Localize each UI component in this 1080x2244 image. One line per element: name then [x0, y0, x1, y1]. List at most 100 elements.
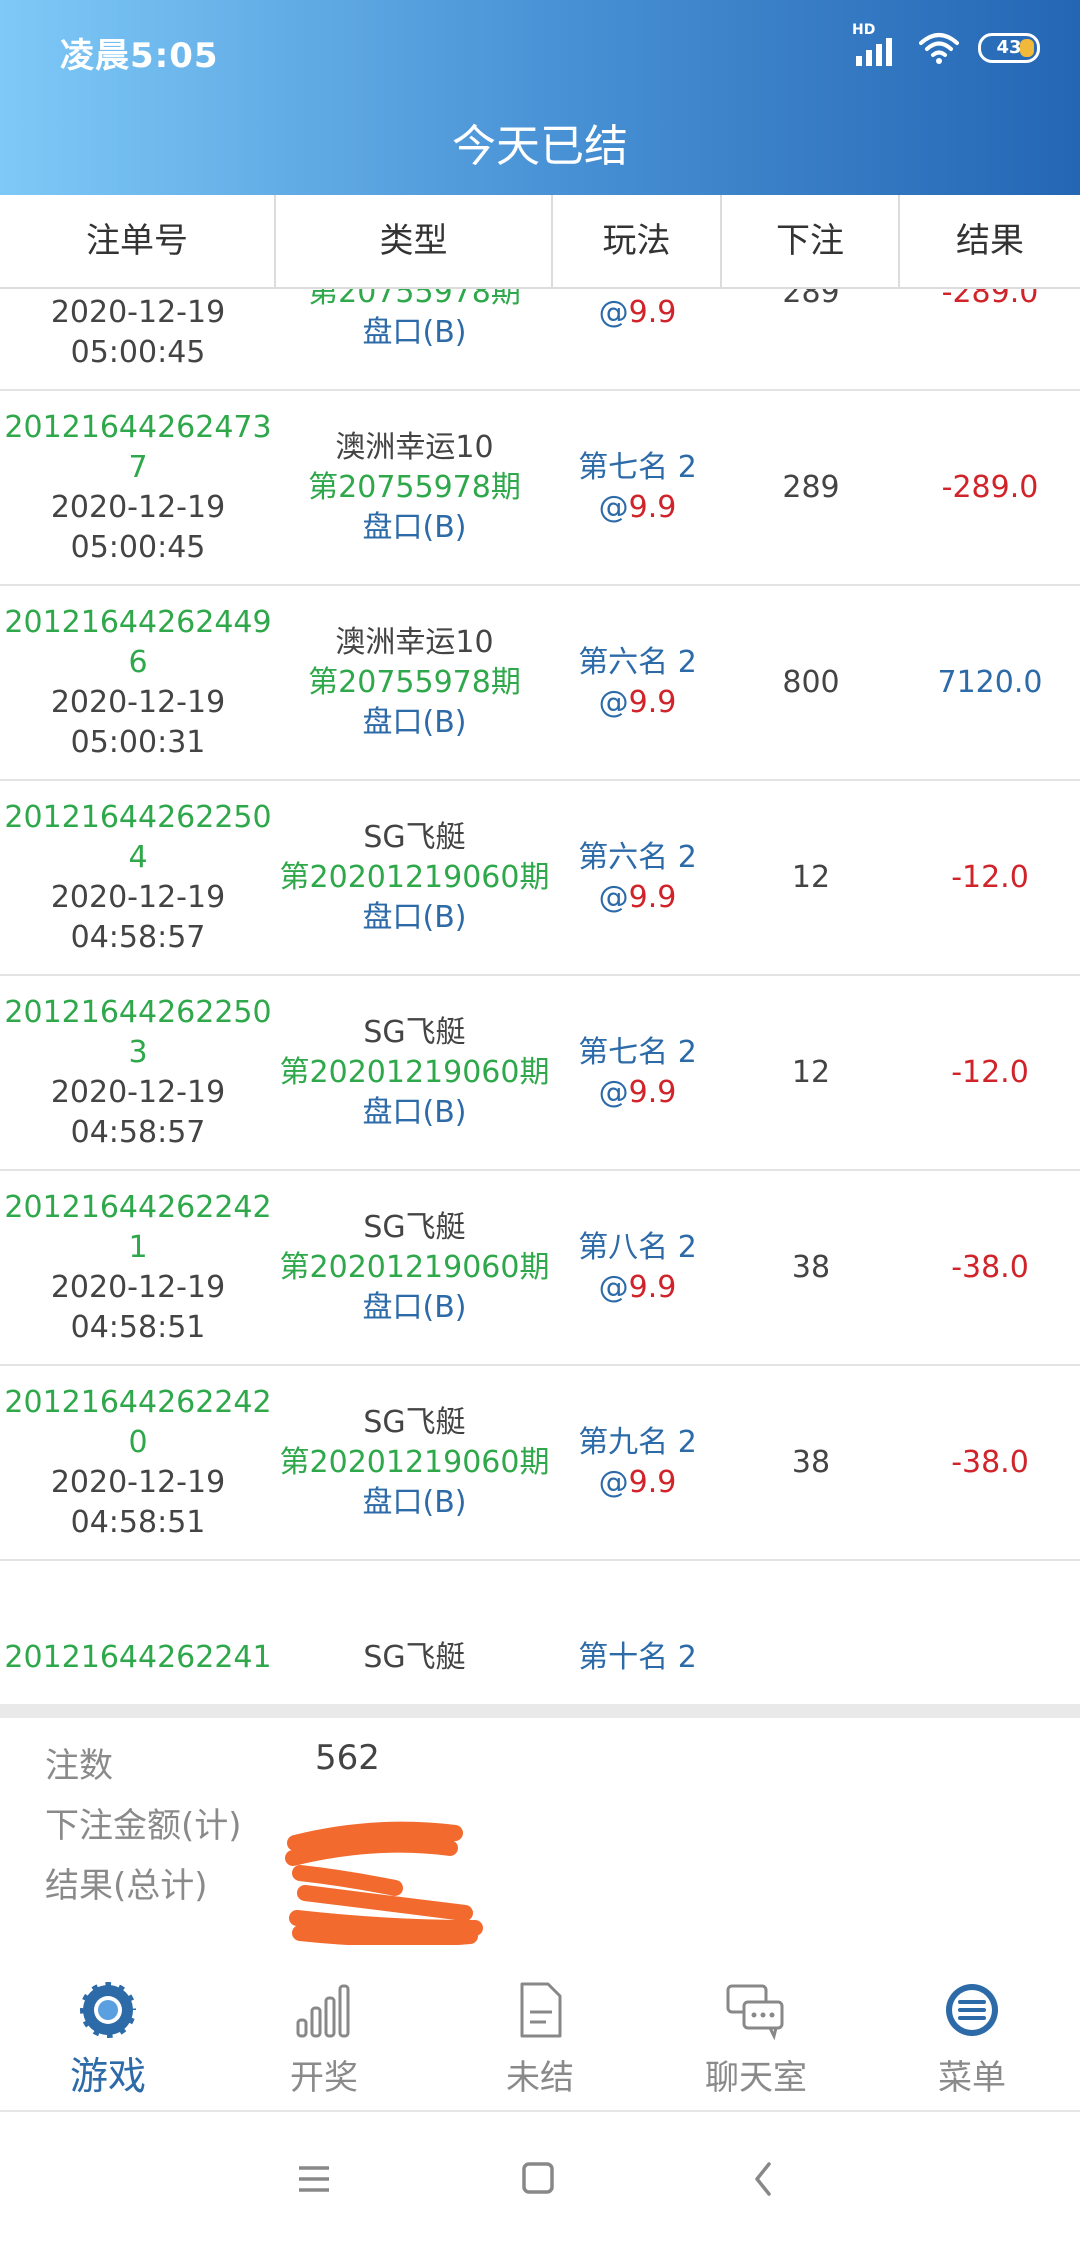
result-value: -289.0 [941, 469, 1039, 505]
status-icons: HD 43 [852, 22, 1040, 68]
play-cell: 第六名 2 @9.9 [553, 643, 722, 723]
system-nav-bar [0, 2112, 1080, 2244]
type-cell: SG飞艇 第20201219060期 盘口(B) [276, 1208, 553, 1328]
issue-number: 第20755978期 [308, 664, 521, 700]
result-value: -12.0 [951, 859, 1029, 895]
wifi-icon [919, 33, 959, 64]
odds-number: 9.9 [628, 489, 677, 525]
hd-label: HD [852, 22, 876, 38]
issue-number: 第20755978期 [308, 469, 521, 505]
game-name: SG飞艇 [363, 1404, 466, 1440]
result-value: -289.0 [941, 289, 1039, 310]
odds-value: @9.9 [553, 878, 722, 918]
table-row[interactable]: 201216442624738 2020-12-19 05:00:45 澳洲幸运… [0, 289, 1080, 391]
document-icon [520, 1982, 562, 2038]
play-name: 第七名 2 [578, 449, 697, 485]
nav-games[interactable]: 游戏 [0, 1945, 216, 2110]
nav-draw[interactable]: 开奖 [216, 1945, 432, 2110]
issue-number: 第20755978期 [308, 289, 521, 310]
play-name: 第十名 2 [578, 1639, 697, 1675]
order-number: 201216442622504 [4, 799, 272, 875]
game-name: SG飞艇 [363, 1209, 466, 1245]
nav-label-unsettled: 未结 [506, 2058, 574, 2098]
order-number: 201216442622421 [4, 1189, 272, 1265]
order-cell: 201216442622420 2020-12-19 04:58:51 [0, 1383, 276, 1543]
bet-amount: 289 [782, 289, 840, 310]
odds-at: @ [598, 1464, 629, 1500]
pan-label: 盘口(B) [362, 1094, 467, 1130]
order-time: 04:58:51 [70, 1504, 206, 1540]
table-row[interactable]: 201216442622504 2020-12-19 04:58:57 SG飞艇… [0, 781, 1080, 976]
order-date: 2020-12-19 [50, 1464, 226, 1500]
nav-label-menu: 菜单 [938, 2058, 1006, 2098]
order-number: 20121644262241 [4, 1639, 272, 1675]
order-time: 04:58:57 [70, 1114, 206, 1150]
play-cell: 第十名 2 [553, 1638, 722, 1678]
game-name: 澳洲幸运10 [335, 624, 494, 660]
odds-at: @ [598, 1269, 629, 1305]
order-cell: 20121644262241 [0, 1638, 276, 1678]
order-cell: 201216442624737 2020-12-19 05:00:45 [0, 408, 276, 568]
table-row[interactable]: 20121644262241 SG飞艇 第十名 2 [0, 1561, 1080, 1704]
type-cell: 澳洲幸运10 第20755978期 盘口(B) [276, 623, 553, 743]
pan-label: 盘口(B) [362, 314, 467, 350]
order-cell: 201216442624738 2020-12-19 05:00:45 [0, 289, 276, 373]
column-type: 类型 [276, 195, 553, 287]
nav-unsettled[interactable]: 未结 [432, 1945, 648, 2110]
nav-menu[interactable]: 菜单 [864, 1945, 1080, 2110]
bet-amount: 38 [791, 1249, 831, 1285]
odds-number: 9.9 [628, 1464, 677, 1500]
order-cell: 201216442622503 2020-12-19 04:58:57 [0, 993, 276, 1153]
order-number: 201216442624737 [4, 409, 272, 485]
odds-value: @9.9 [553, 293, 722, 333]
table-row[interactable]: 201216442624737 2020-12-19 05:00:45 澳洲幸运… [0, 391, 1080, 586]
pan-label: 盘口(B) [362, 899, 467, 935]
odds-value: @9.9 [553, 683, 722, 723]
page-title: 今天已结 [452, 121, 628, 172]
order-time: 05:00:31 [70, 724, 206, 760]
bet-amount: 289 [782, 469, 840, 505]
order-time: 04:58:57 [70, 919, 206, 955]
odds-at: @ [598, 1074, 629, 1110]
nav-label-draw: 开奖 [290, 2058, 358, 2098]
odds-number: 9.9 [628, 1269, 677, 1305]
table-row[interactable]: 201216442622420 2020-12-19 04:58:51 SG飞艇… [0, 1366, 1080, 1561]
game-name: SG飞艇 [363, 1014, 466, 1050]
issue-number: 第20201219060期 [279, 1249, 550, 1285]
table-rows: 201216442624738 2020-12-19 05:00:45 澳洲幸运… [0, 289, 1080, 1704]
game-name: SG飞艇 [363, 819, 466, 855]
bet-table[interactable]: 201216442624738 2020-12-19 05:00:45 澳洲幸运… [0, 289, 1080, 1704]
play-name: 第九名 2 [578, 1424, 697, 1460]
type-cell: SG飞艇 [276, 1638, 553, 1678]
result-value: -12.0 [951, 1054, 1029, 1090]
redaction-scribble [285, 1821, 483, 1947]
nav-chat[interactable]: 聊天室 [648, 1945, 864, 2110]
order-time: 04:58:51 [70, 1309, 206, 1345]
bet-amount: 12 [791, 859, 831, 895]
play-cell: 第九名 2 @9.9 [553, 1423, 722, 1503]
table-row[interactable]: 201216442622503 2020-12-19 04:58:57 SG飞艇… [0, 976, 1080, 1171]
bet-amount: 800 [782, 664, 840, 700]
odds-number: 9.9 [628, 684, 677, 720]
back-icon[interactable] [733, 2154, 793, 2204]
table-row[interactable]: 201216442622421 2020-12-19 04:58:51 SG飞艇… [0, 1171, 1080, 1366]
issue-number: 第20201219060期 [279, 1444, 550, 1480]
home-icon[interactable] [508, 2154, 568, 2204]
odds-number: 9.9 [628, 1074, 677, 1110]
table-row[interactable]: 201216442624496 2020-12-19 05:00:31 澳洲幸运… [0, 586, 1080, 781]
odds-at: @ [598, 294, 629, 330]
order-date: 2020-12-19 [50, 294, 226, 330]
play-name: 第六名 2 [578, 644, 697, 680]
order-time: 05:00:45 [70, 334, 206, 370]
menu-list-icon [946, 1984, 998, 2036]
battery-level: 43 [996, 37, 1022, 58]
recent-apps-icon[interactable] [283, 2154, 343, 2204]
result-value: -38.0 [951, 1444, 1029, 1480]
play-cell: 第八名 2 @9.9 [553, 289, 722, 333]
pan-label: 盘口(B) [362, 1484, 467, 1520]
nav-label-games: 游戏 [69, 2054, 146, 2098]
bar-chart-icon [296, 1984, 350, 2038]
issue-number: 第20201219060期 [279, 859, 550, 895]
type-cell: 澳洲幸运10 第20755978期 盘口(B) [276, 289, 553, 353]
chat-bubbles-icon [726, 1984, 784, 2040]
